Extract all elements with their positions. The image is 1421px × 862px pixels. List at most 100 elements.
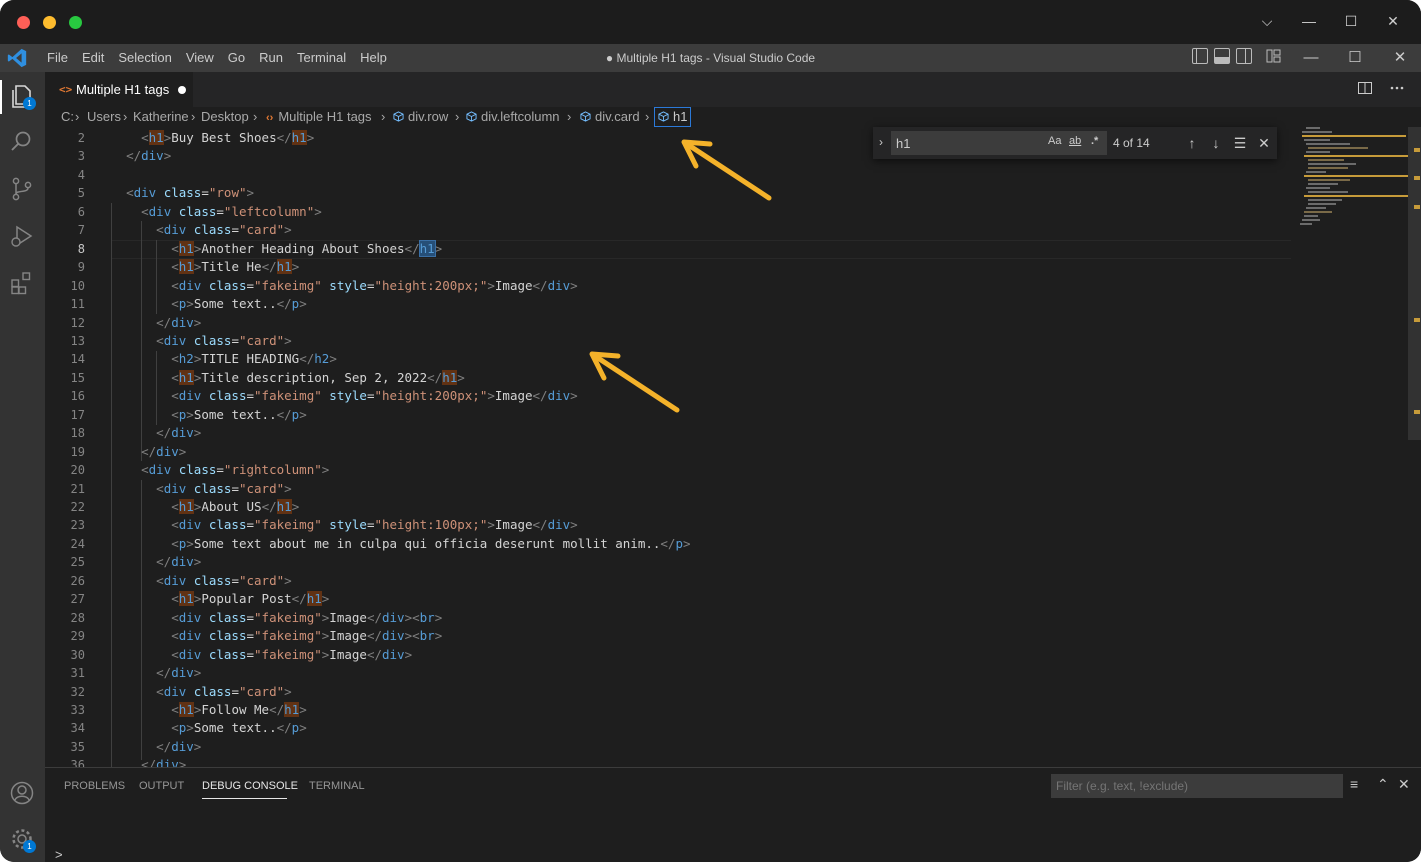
code-line-7: <div class="card"> bbox=[156, 222, 292, 238]
breadcrumb-katherine[interactable]: Katherine bbox=[133, 107, 189, 127]
breadcrumb-div-leftcolumn[interactable]: div.leftcolumn bbox=[466, 107, 560, 127]
vs-close-icon[interactable]: ✕ bbox=[1380, 44, 1420, 72]
scrollbar-match-marker bbox=[1414, 318, 1420, 322]
line-number: 36 bbox=[70, 758, 85, 767]
previous-match-icon[interactable]: ↑ bbox=[1182, 133, 1202, 153]
menu-bar: File Edit Selection View Go Run Terminal… bbox=[40, 44, 394, 72]
line-number: 18 bbox=[70, 426, 85, 441]
code-line-34: <p>Some text..</p> bbox=[171, 720, 307, 736]
extensions-icon[interactable] bbox=[8, 269, 36, 297]
menu-help[interactable]: Help bbox=[353, 44, 394, 72]
chevron-right-icon: › bbox=[455, 109, 460, 124]
breadcrumb-div-row[interactable]: div.row bbox=[393, 107, 448, 127]
line-number: 16 bbox=[70, 389, 85, 404]
split-editor-icon[interactable] bbox=[1357, 80, 1373, 96]
line-number: 25 bbox=[70, 555, 85, 570]
account-icon[interactable] bbox=[8, 779, 36, 807]
code-line-2: <h1>Buy Best Shoes</h1> bbox=[141, 130, 315, 145]
run-debug-icon[interactable] bbox=[8, 222, 36, 250]
zoom-traffic-light[interactable] bbox=[69, 16, 82, 29]
code-line-29: <div class="fakeimg">Image</div><br> bbox=[171, 628, 443, 644]
line-number: 26 bbox=[70, 573, 85, 588]
source-control-icon[interactable] bbox=[8, 175, 36, 203]
breadcrumb-h1[interactable]: h1 bbox=[654, 107, 692, 127]
tab-debug-console[interactable]: DEBUG CONSOLE bbox=[202, 780, 298, 792]
close-icon[interactable]: ✕ bbox=[1382, 10, 1404, 32]
line-number: 30 bbox=[70, 647, 85, 662]
toggle-replace-chevron-icon[interactable]: › bbox=[879, 135, 883, 149]
unsaved-dot-icon[interactable] bbox=[178, 86, 186, 94]
line-number: 7 bbox=[77, 223, 85, 238]
minimize-icon[interactable]: — bbox=[1298, 10, 1320, 32]
line-number: 9 bbox=[77, 260, 85, 275]
line-number: 21 bbox=[70, 481, 85, 496]
tab-terminal[interactable]: TERMINAL bbox=[309, 780, 365, 792]
breadcrumb-file[interactable]: ‹› Multiple H1 tags bbox=[266, 107, 372, 128]
next-match-icon[interactable]: ↓ bbox=[1206, 133, 1226, 153]
clear-console-icon[interactable]: ≡ bbox=[1350, 776, 1358, 792]
match-whole-word-toggle[interactable]: ab bbox=[1069, 135, 1081, 147]
regex-toggle[interactable]: .* bbox=[1091, 135, 1098, 147]
scrollbar-match-marker bbox=[1414, 205, 1420, 209]
search-icon[interactable] bbox=[8, 128, 36, 156]
breadcrumb-desktop[interactable]: Desktop bbox=[201, 107, 249, 127]
line-number: 19 bbox=[70, 444, 85, 459]
symbol-box-icon bbox=[466, 111, 477, 122]
menu-selection[interactable]: Selection bbox=[111, 44, 178, 72]
menu-view[interactable]: View bbox=[179, 44, 221, 72]
code-line-14: <h2>TITLE HEADING</h2> bbox=[171, 351, 337, 367]
maximize-panel-icon[interactable]: ⌃ bbox=[1377, 776, 1389, 793]
scrollbar-match-marker bbox=[1414, 176, 1420, 180]
close-traffic-light[interactable] bbox=[17, 16, 30, 29]
chevron-right-icon: › bbox=[191, 109, 196, 124]
menu-go[interactable]: Go bbox=[221, 44, 252, 72]
line-number: 17 bbox=[70, 407, 85, 422]
minimize-traffic-light[interactable] bbox=[43, 16, 56, 29]
bottom-panel: PROBLEMS OUTPUT DEBUG CONSOLE TERMINAL ≡… bbox=[45, 767, 1421, 862]
line-number: 28 bbox=[70, 610, 85, 625]
chevron-down-icon[interactable]: ⌵ bbox=[1256, 10, 1278, 32]
code-line-15: <h1>Title description, Sep 2, 2022</h1> bbox=[171, 369, 465, 385]
menu-file[interactable]: File bbox=[40, 44, 75, 72]
menu-run[interactable]: Run bbox=[252, 44, 290, 72]
code-line-33: <h1>Follow Me</h1> bbox=[171, 701, 307, 717]
toggle-secondary-sidebar-icon[interactable] bbox=[1236, 48, 1252, 64]
toggle-panel-icon[interactable] bbox=[1214, 48, 1230, 64]
tab-output[interactable]: OUTPUT bbox=[139, 780, 184, 792]
editor-scrollbar[interactable] bbox=[1408, 127, 1421, 440]
breadcrumb-div-card[interactable]: div.card bbox=[580, 107, 640, 127]
symbol-box-icon bbox=[580, 111, 591, 122]
vs-minimize-icon[interactable]: — bbox=[1291, 44, 1331, 72]
tab-problems[interactable]: PROBLEMS bbox=[64, 780, 125, 792]
code-line-18: </div> bbox=[156, 425, 202, 441]
symbol-box-icon bbox=[393, 111, 404, 122]
code-line-19: </div> bbox=[141, 443, 187, 459]
match-case-toggle[interactable]: Aa bbox=[1048, 135, 1061, 147]
more-actions-icon[interactable] bbox=[1389, 80, 1405, 96]
tab-multiple-h1-tags[interactable]: <> Multiple H1 tags bbox=[45, 72, 193, 107]
chevron-right-icon: › bbox=[381, 109, 386, 124]
code-line-24: <p>Some text about me in culpa qui offic… bbox=[171, 535, 691, 551]
minimap[interactable] bbox=[1300, 127, 1410, 247]
activity-bar: 1 1 bbox=[0, 72, 45, 862]
breadcrumb-users[interactable]: Users bbox=[87, 107, 121, 127]
toggle-primary-sidebar-icon[interactable] bbox=[1192, 48, 1208, 64]
code-line-31: </div> bbox=[156, 665, 202, 681]
find-in-selection-icon[interactable]: ☰ bbox=[1230, 133, 1250, 153]
close-find-icon[interactable]: ✕ bbox=[1254, 133, 1274, 153]
menu-edit[interactable]: Edit bbox=[75, 44, 111, 72]
line-number: 10 bbox=[70, 278, 85, 293]
vs-maximize-icon[interactable]: ☐ bbox=[1335, 44, 1375, 72]
line-number: 32 bbox=[70, 684, 85, 699]
breadcrumb-drive[interactable]: C: bbox=[61, 107, 74, 127]
code-editor[interactable]: 2 3 4 5 6 7 8 9 10 11 12 13 14 15 16 17 18 19 20 21 22 23 24 25… bbox=[45, 129, 1421, 767]
scrollbar-match-marker bbox=[1414, 410, 1420, 414]
maximize-icon[interactable]: ☐ bbox=[1340, 10, 1362, 32]
menu-terminal[interactable]: Terminal bbox=[290, 44, 353, 72]
debug-filter-input[interactable] bbox=[1051, 774, 1343, 798]
symbol-box-icon bbox=[658, 111, 669, 122]
line-number: 3 bbox=[77, 149, 85, 164]
customize-layout-icon[interactable] bbox=[1266, 48, 1282, 64]
console-prompt[interactable]: > bbox=[55, 847, 63, 862]
close-panel-icon[interactable]: ✕ bbox=[1398, 776, 1410, 793]
